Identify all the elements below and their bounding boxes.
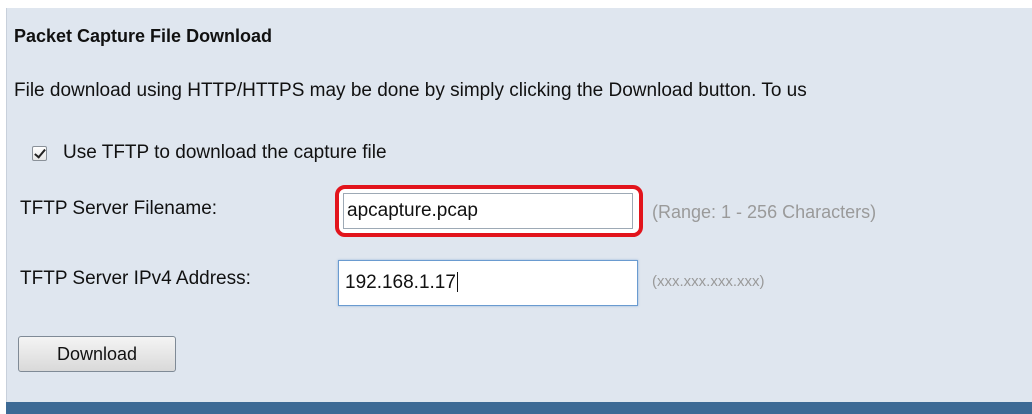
filename-range-hint: (Range: 1 - 256 Characters) <box>652 202 877 222</box>
section-description: File download using HTTP/HTTPS may be do… <box>14 80 807 101</box>
section-title: Packet Capture File Download <box>14 26 273 46</box>
tftp-option-row[interactable]: Use TFTP to download the capture file <box>32 140 387 166</box>
use-tftp-checkbox[interactable] <box>32 145 47 161</box>
footer-bar <box>6 402 1032 414</box>
tftp-filename-input[interactable]: apcapture.pcap <box>343 193 633 229</box>
use-tftp-label: Use TFTP to download the capture file <box>63 142 387 163</box>
ipv4-format-hint: (xxx.xxx.xxx.xxx) <box>652 273 765 290</box>
tftp-ipv4-label: TFTP Server IPv4 Address: <box>20 268 251 289</box>
download-button[interactable]: Download <box>18 336 176 372</box>
filename-highlight-box: apcapture.pcap <box>335 185 643 237</box>
tftp-filename-label: TFTP Server Filename: <box>20 198 218 219</box>
tftp-ipv4-input[interactable]: 192.168.1.17 <box>338 260 638 306</box>
tftp-ipv4-value: 192.168.1.17 <box>345 272 456 293</box>
text-caret <box>456 272 458 292</box>
